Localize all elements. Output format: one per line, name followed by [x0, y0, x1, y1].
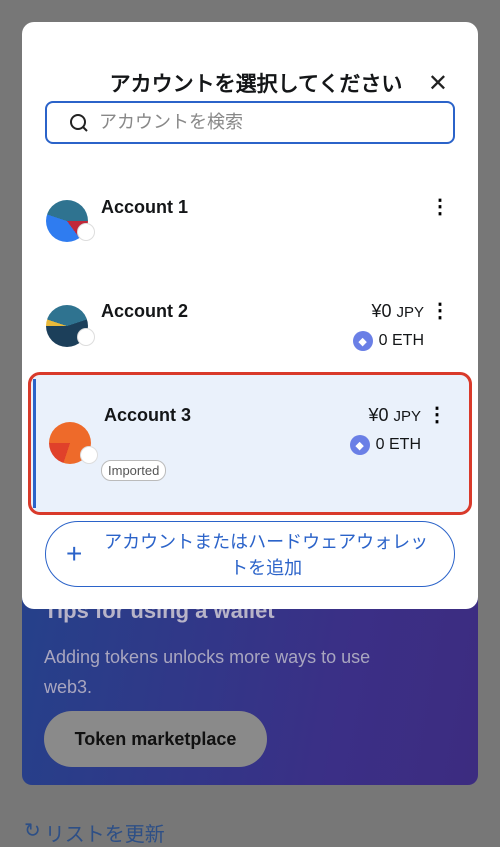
- selected-indicator: [33, 379, 36, 508]
- refresh-list-link[interactable]: ↻ リストを更新: [24, 818, 165, 847]
- account-name: Account 3: [104, 405, 192, 425]
- add-account-label: アカウントまたはハードウェアウォレットを追加: [104, 532, 429, 578]
- network-badge-icon: [78, 224, 94, 240]
- account-name: Account 2: [101, 301, 189, 321]
- add-account-button[interactable]: + アカウントまたはハードウェアウォレットを追加: [45, 521, 455, 587]
- token-marketplace-button[interactable]: Token marketplace: [44, 711, 267, 767]
- network-badge-icon: [81, 447, 97, 463]
- more-options-icon[interactable]: ⋮: [427, 405, 447, 425]
- eth-balance: ◆ 0 ETH: [352, 331, 424, 351]
- account-row-selected[interactable]: Account 3 ¥0 JPY ◆ 0 ETH ⋮ Imported: [28, 372, 472, 515]
- modal-title: アカウントを選択してください: [109, 73, 403, 96]
- fiat-balance: ¥0 JPY: [371, 301, 424, 321]
- account-name: Account 1: [101, 197, 189, 217]
- search-field[interactable]: [45, 101, 455, 144]
- tips-text: Adding tokens unlocks more ways to use w…: [44, 647, 371, 697]
- search-icon: [70, 113, 88, 132]
- more-options-icon[interactable]: ⋮: [430, 197, 450, 217]
- refresh-icon: ↻: [24, 820, 41, 842]
- network-badge-icon: [78, 329, 94, 345]
- plus-icon: +: [66, 538, 83, 569]
- eth-balance: ◆ 0 ETH: [349, 435, 421, 455]
- account-select-modal: アカウントを選択してください ✕ Account 1 ⋮ Account 2 ¥…: [22, 22, 478, 609]
- eth-icon: ◆: [349, 435, 370, 455]
- fiat-balance: ¥0 JPY: [368, 405, 421, 425]
- more-options-icon[interactable]: ⋮: [430, 301, 450, 321]
- account-row[interactable]: Account 1 ⋮: [28, 182, 472, 272]
- eth-icon: ◆: [352, 331, 373, 351]
- imported-tag: Imported: [101, 460, 167, 481]
- refresh-label: リストを更新: [44, 824, 165, 846]
- search-input[interactable]: [99, 112, 453, 133]
- close-button[interactable]: ✕: [428, 69, 448, 98]
- account-row[interactable]: Account 2 ¥0 JPY ◆ 0 ETH ⋮: [28, 287, 472, 372]
